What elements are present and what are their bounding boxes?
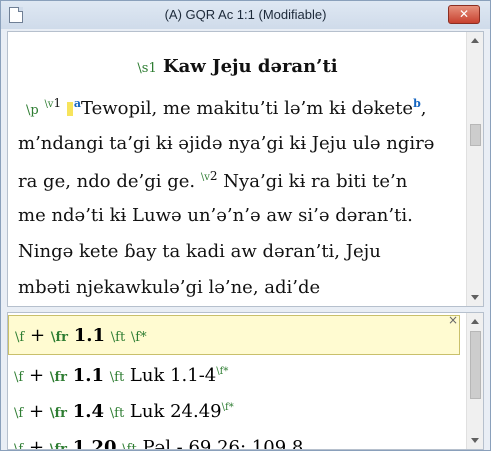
p-marker: \p: [26, 103, 39, 118]
fr-marker: \fr: [49, 370, 67, 385]
scroll-up-icon[interactable]: [471, 38, 479, 43]
s1-marker: \s1: [137, 61, 157, 76]
footnote-row-active[interactable]: \f + \fr 1.1 \ft \f*: [8, 315, 460, 355]
footnote-row[interactable]: \f + \fr 1.4 \ft Luk 24.49\f*: [14, 401, 234, 422]
text-line-1: \p \v1 aTewopil, me makitu’ti lə’m kɨ də…: [18, 96, 427, 119]
heading-text: Kaw Jeju dəran’ti: [163, 56, 338, 77]
footnote-text: Pəl ‑ 69.26; 109.8: [142, 437, 304, 450]
fr-marker: \fr: [49, 406, 67, 421]
verse-number-2: 2: [209, 169, 218, 183]
title-bar[interactable]: (A) GQR Ac 1:1 (Modifiable) ✕: [1, 1, 490, 29]
ft-marker: \ft: [122, 442, 137, 450]
footnote-text: Luk 24.49: [129, 401, 222, 422]
scroll-thumb[interactable]: [470, 124, 481, 146]
text-line-2: m’ndangi ta’gi kɨ əjidə nya’gi kɨ Jeju u…: [18, 133, 435, 154]
window-title: (A) GQR Ac 1:1 (Modifiable): [164, 7, 327, 22]
f-marker: \f: [14, 370, 24, 385]
footnote-scrollbar[interactable]: [466, 313, 483, 449]
text-line-4: me ndə’ti kɨ Luwə un’ə’n’ə aw si’ə dəran…: [18, 205, 413, 226]
fr-marker: \fr: [50, 330, 68, 345]
footnote-list[interactable]: \f + \fr 1.1 \ft \f* \f + \fr 1.1 \ft Lu…: [8, 313, 467, 449]
text-line-3: ra ge, ndo de’gi ge. \v2 Nya’gi kɨ ra bi…: [18, 169, 407, 192]
editor-scrollbar[interactable]: [466, 32, 483, 306]
ft-marker: \ft: [110, 330, 126, 345]
footnote-ref-a[interactable]: a: [74, 97, 81, 110]
scroll-up-icon[interactable]: [471, 319, 479, 324]
verse-number-1: 1: [53, 96, 62, 110]
footnote-ref: 1.4: [72, 401, 105, 422]
f-marker: \f: [14, 442, 24, 450]
scripture-text-area[interactable]: \s1 Kaw Jeju dəran’ti \p \v1 aTewopil, m…: [8, 32, 467, 306]
footnote-caller: +: [28, 437, 45, 450]
footnote-pane[interactable]: \f + \fr 1.1 \ft \f* \f + \fr 1.1 \ft Lu…: [7, 312, 484, 450]
v2-marker: \v: [200, 172, 210, 183]
scroll-down-icon[interactable]: [471, 295, 479, 300]
f-end-marker: \f*: [216, 366, 229, 377]
scripture-editor-pane[interactable]: \s1 Kaw Jeju dəran’ti \p \v1 aTewopil, m…: [7, 31, 484, 307]
fr-marker: \fr: [49, 442, 67, 450]
footnote-ref: 1.20: [72, 437, 117, 450]
f-marker: \f: [15, 330, 25, 345]
footnote-ref: 1.1: [72, 365, 105, 386]
scroll-thumb[interactable]: [470, 331, 481, 399]
footnote-row[interactable]: \f + \fr 1.1 \ft Luk 1.1-4\f*: [14, 365, 228, 386]
f-end-marker: \f*: [130, 330, 147, 345]
close-button[interactable]: ✕: [448, 5, 480, 24]
footnote-row[interactable]: \f + \fr 1.20 \ft Pəl ‑ 69.26; 109.8: [14, 437, 304, 450]
f-end-marker: \f*: [221, 402, 234, 413]
footnote-text: Luk 1.1-4: [129, 365, 217, 386]
f-marker: \f: [14, 406, 24, 421]
footnote-caller: +: [28, 401, 45, 422]
footnote-pane-close-icon[interactable]: ×: [448, 313, 458, 327]
text-line-6: mbəti njekawkulə’gi lə’ne, adi’de: [18, 277, 321, 298]
line1-text: Tewopil, me makitu’ti lə’m kɨ dəkete: [80, 98, 414, 119]
footnote-ref: 1.1: [73, 325, 106, 346]
footnote-caller: +: [29, 325, 46, 346]
line3-post: Nya’gi kɨ ra biti te’n: [223, 171, 408, 192]
line3-pre: ra ge, ndo de’gi ge.: [18, 171, 196, 192]
text-cursor: [66, 102, 73, 116]
scroll-down-icon[interactable]: [471, 438, 479, 443]
ft-marker: \ft: [109, 406, 125, 421]
ft-marker: \ft: [109, 370, 125, 385]
line1-end: ,: [420, 98, 427, 119]
footnote-caller: +: [28, 365, 45, 386]
footnote-ref-b[interactable]: b: [413, 97, 421, 110]
text-line-5: Ningə kete ɓay ta kadi aw dəran’ti, Jeju: [18, 241, 381, 262]
section-heading: \s1 Kaw Jeju dəran’ti: [8, 56, 467, 77]
app-window: (A) GQR Ac 1:1 (Modifiable) ✕ \s1 Kaw Je…: [0, 0, 491, 451]
